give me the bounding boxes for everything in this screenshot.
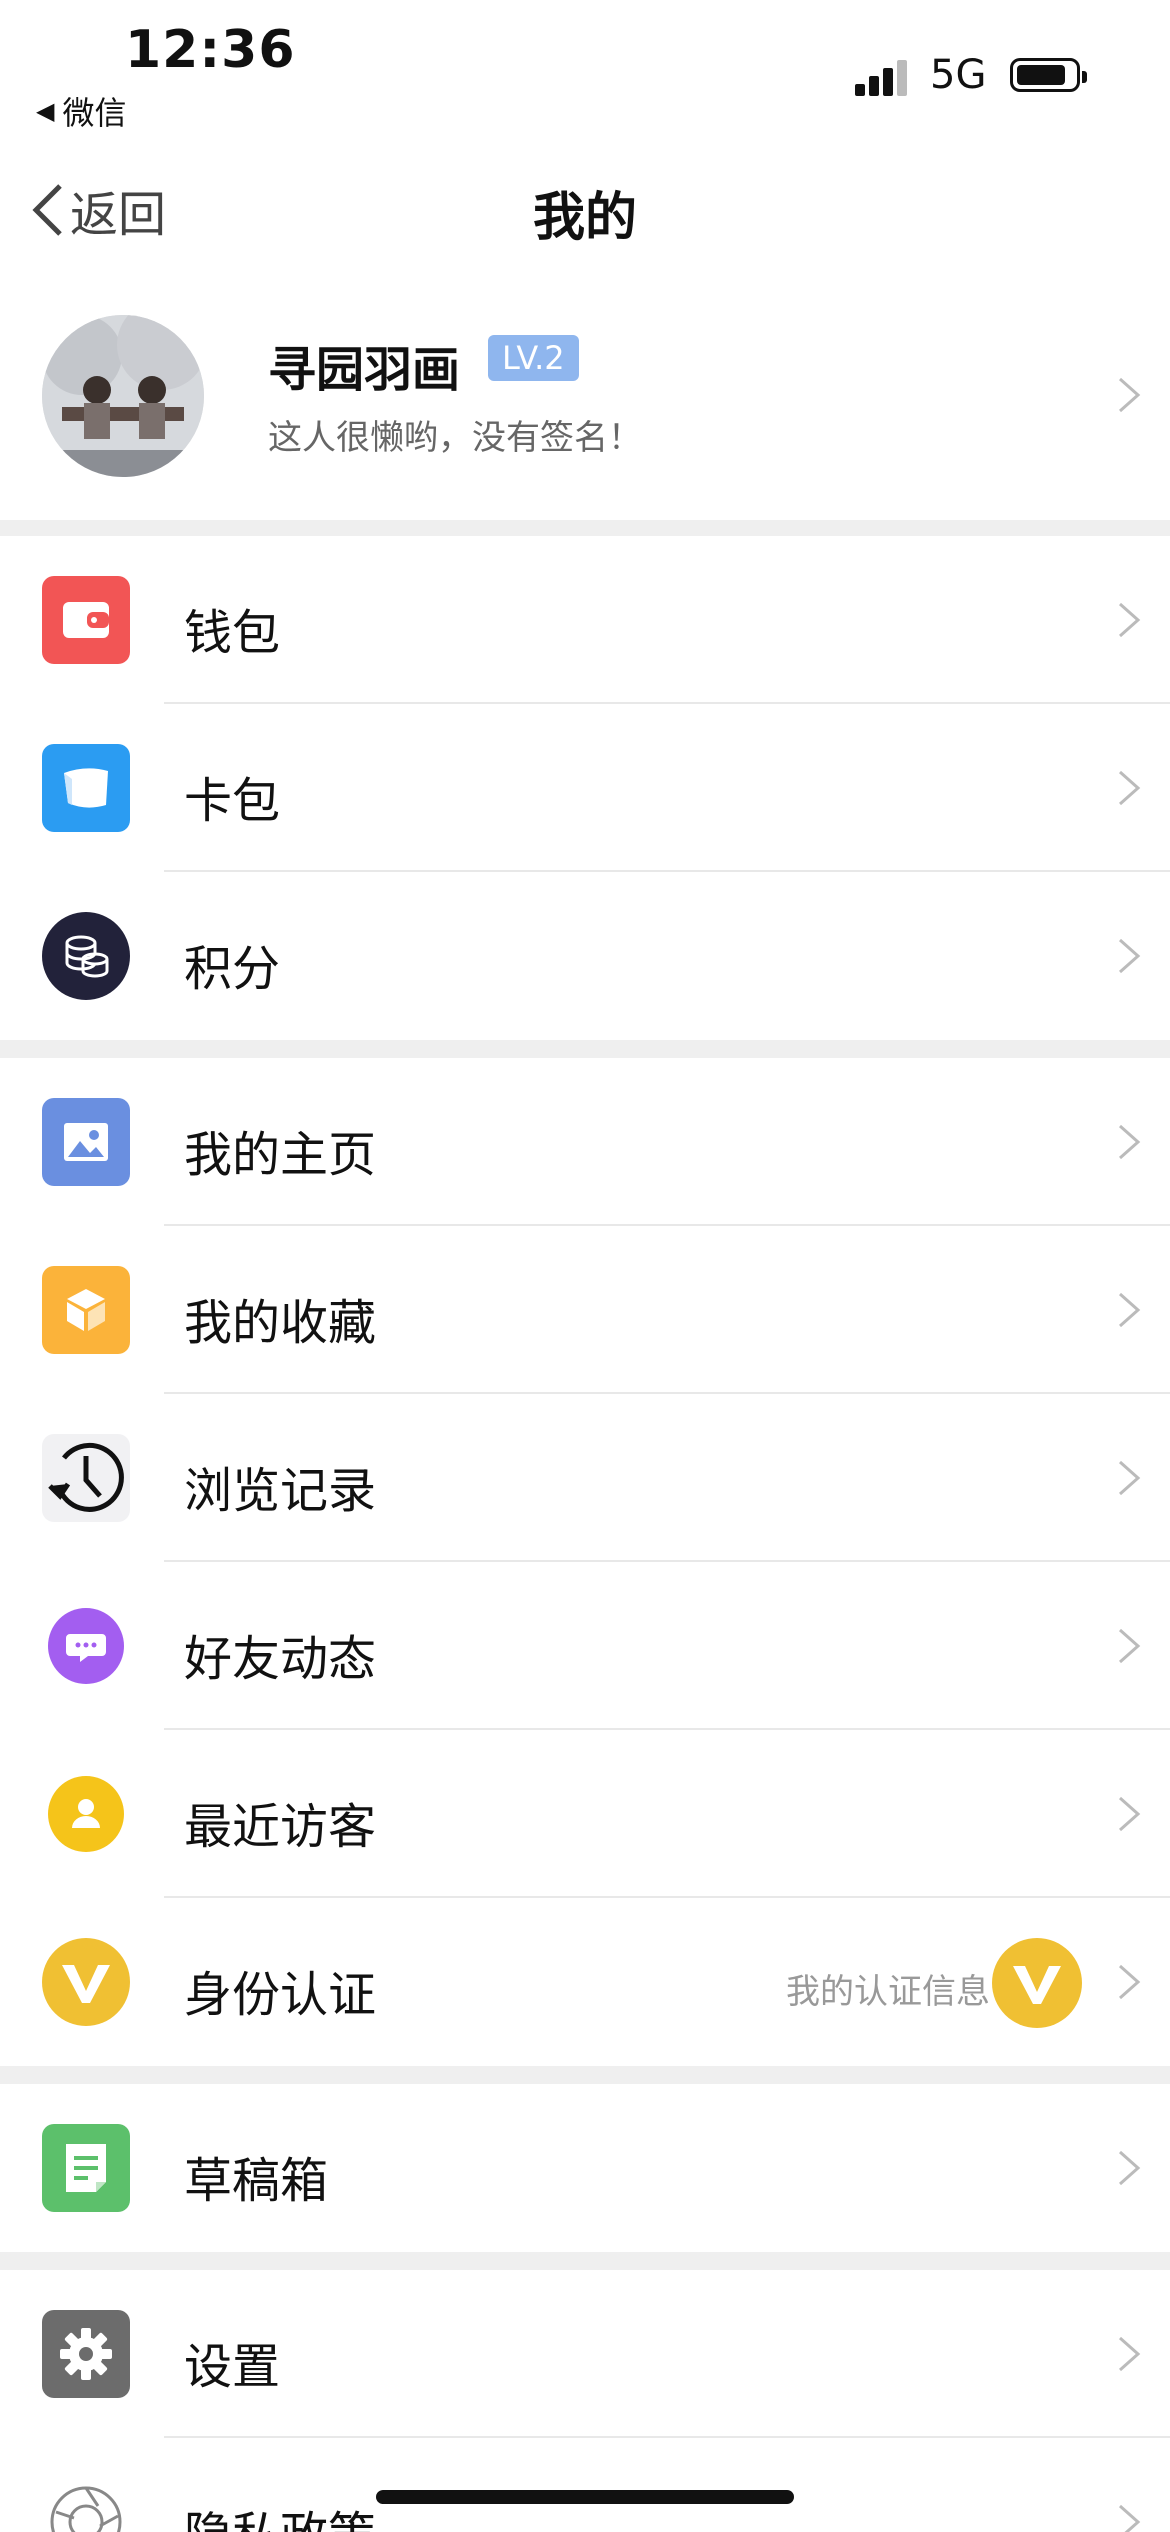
gear-icon [42,2310,130,2398]
menu-section-3: 草稿箱 [0,2084,1170,2252]
chevron-right-icon [1119,377,1141,413]
chevron-right-icon [1119,1124,1141,1160]
menu-item-label: 隐私政策 [184,2495,376,2532]
wallet-icon [42,576,130,664]
chevron-right-icon [1119,1964,1141,2000]
chat-icon [42,1602,130,1690]
menu-item-label: 钱包 [184,605,281,661]
chevron-right-icon [1119,1796,1141,1832]
menu-item-friend-feed[interactable]: 好友动态 [0,1562,1170,1730]
privacy-icon [42,2478,130,2532]
chevron-right-icon [1119,2336,1141,2372]
menu-item-label: 设置 [184,2339,281,2395]
signal-icon [855,58,915,96]
draft-icon [42,2124,130,2212]
chevron-right-icon [1119,602,1141,638]
image-icon [42,1098,130,1186]
chevron-right-icon [1119,938,1141,974]
menu-item-label: 积分 [184,941,281,997]
verification-info-text: 我的认证信息 [786,1972,990,2012]
avatar[interactable] [42,315,204,477]
menu-item-label: 我的主页 [184,1127,377,1183]
page-title: 我的 [532,188,637,248]
status-bar: 12:36 ◀ 微信 5G [0,0,1170,140]
level-badge: LV.2 [488,335,579,381]
chevron-right-icon [1119,770,1141,806]
card-icon [42,744,130,832]
back-app-label: 微信 [62,94,127,132]
menu-item-wallet[interactable]: 钱包 [0,536,1170,704]
menu-item-privacy[interactable]: 隐私政策 [0,2438,1170,2532]
menu-item-favorites[interactable]: 我的收藏 [0,1226,1170,1394]
menu-item-label: 草稿箱 [184,2153,329,2209]
menu-item-settings[interactable]: 设置 [0,2270,1170,2438]
chevron-right-icon [1119,2150,1141,2186]
menu-item-label: 卡包 [184,773,281,829]
menu-item-visitors[interactable]: 最近访客 [0,1730,1170,1898]
profile-card[interactable]: 寻园羽画 LV.2 这人很懒哟，没有签名！ [0,270,1170,520]
chevron-right-icon [1119,1460,1141,1496]
v-badge-icon [992,1938,1082,2028]
chevron-right-icon [1119,1628,1141,1664]
network-type: 5G [930,52,987,98]
back-triangle-icon: ◀ [36,97,55,125]
menu-item-label: 身份认证 [184,1967,377,2023]
home-indicator[interactable] [376,2490,794,2504]
menu-section-1: 钱包 卡包 积分 [0,536,1170,1040]
back-to-app-link[interactable]: ◀ 微信 [36,88,126,134]
menu-section-2: 我的主页 我的收藏 浏览记录 好友动态 最近访客 身份认证 我的认证信息 [0,1058,1170,2066]
user-icon [42,1770,130,1858]
menu-item-verification[interactable]: 身份认证 我的认证信息 [0,1898,1170,2066]
menu-item-homepage[interactable]: 我的主页 [0,1058,1170,1226]
chevron-right-icon [1119,1292,1141,1328]
menu-item-points[interactable]: 积分 [0,872,1170,1040]
status-time: 12:36 [125,20,296,80]
box-icon [42,1266,130,1354]
signature: 这人很懒哟，没有签名！ [268,418,642,458]
battery-icon [1010,58,1087,92]
nav-bar: 返回 我的 [0,140,1170,270]
menu-item-drafts[interactable]: 草稿箱 [0,2084,1170,2252]
username: 寻园羽画 [268,342,461,398]
menu-item-label: 好友动态 [184,1631,377,1687]
history-icon [42,1434,130,1522]
menu-item-label: 浏览记录 [184,1463,377,1519]
menu-item-cards[interactable]: 卡包 [0,704,1170,872]
menu-item-label: 最近访客 [184,1799,377,1855]
chevron-right-icon [1119,2504,1141,2532]
menu-item-history[interactable]: 浏览记录 [0,1394,1170,1562]
coins-icon [42,912,130,1000]
v-badge-icon [42,1938,130,2026]
menu-item-label: 我的收藏 [184,1295,377,1351]
